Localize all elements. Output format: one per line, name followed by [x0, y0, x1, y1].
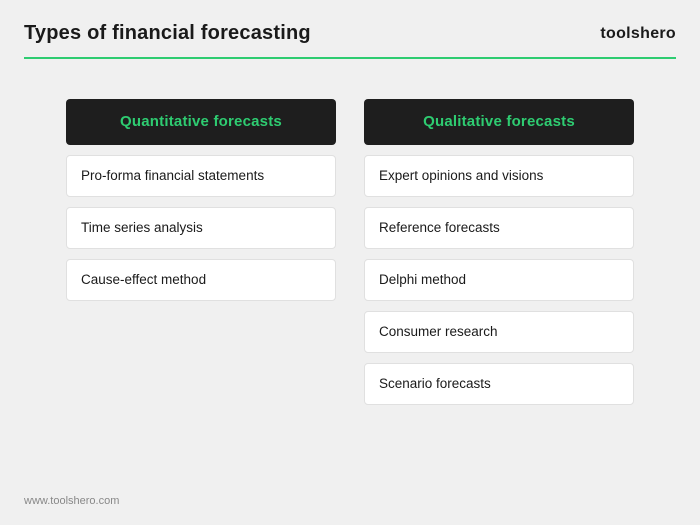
list-item-label: Pro-forma financial statements: [81, 168, 264, 183]
list-item-label: Time series analysis: [81, 220, 203, 235]
page-title: Types of financial forecasting: [24, 22, 311, 45]
list-item-label: Reference forecasts: [379, 220, 500, 235]
list-item-label: Expert opinions and visions: [379, 168, 543, 183]
list-item: Consumer research: [364, 311, 634, 353]
footer: www.toolshero.com: [24, 491, 119, 509]
qualitative-column: Qualitative forecasts Expert opinions an…: [364, 99, 634, 405]
quantitative-header: Quantitative forecasts: [66, 99, 336, 145]
list-item: Pro-forma financial statements: [66, 155, 336, 197]
list-item: Delphi method: [364, 259, 634, 301]
list-item: Scenario forecasts: [364, 363, 634, 405]
list-item-label: Cause-effect method: [81, 272, 206, 287]
list-item-label: Scenario forecasts: [379, 376, 491, 391]
list-item: Reference forecasts: [364, 207, 634, 249]
list-item-label: Delphi method: [379, 272, 466, 287]
qualitative-header-label: Qualitative forecasts: [423, 113, 575, 130]
content-area: Quantitative forecasts Pro-forma financi…: [0, 59, 700, 405]
header: Types of financial forecasting toolshero: [0, 0, 700, 59]
list-item: Time series analysis: [66, 207, 336, 249]
quantitative-header-label: Quantitative forecasts: [120, 113, 282, 130]
list-item: Cause-effect method: [66, 259, 336, 301]
qualitative-header: Qualitative forecasts: [364, 99, 634, 145]
list-item-label: Consumer research: [379, 324, 498, 339]
brand-text: toolshero: [600, 25, 676, 43]
footer-url: www.toolshero.com: [24, 495, 119, 507]
list-item: Expert opinions and visions: [364, 155, 634, 197]
page-container: Types of financial forecasting toolshero…: [0, 0, 700, 525]
quantitative-column: Quantitative forecasts Pro-forma financi…: [66, 99, 336, 405]
